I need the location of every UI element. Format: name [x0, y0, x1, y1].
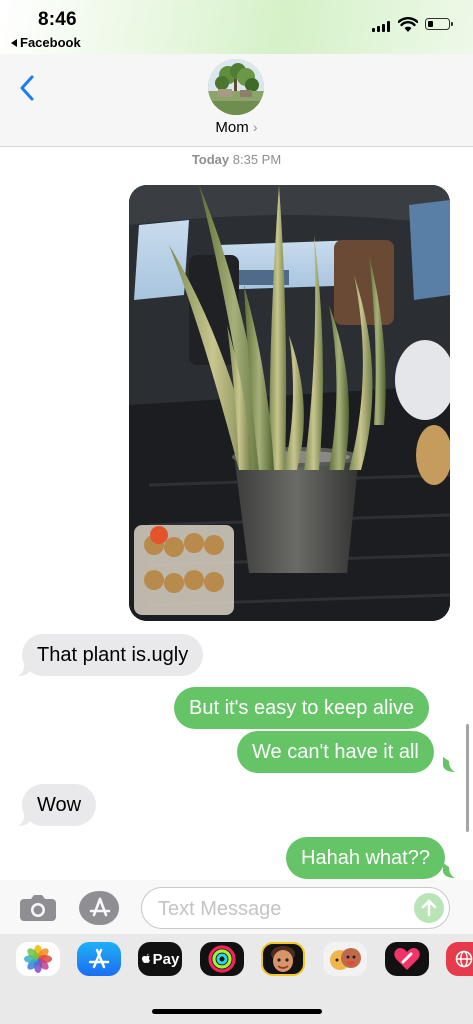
- bubble-tail: [443, 863, 455, 878]
- apple-pay-label: Pay: [152, 950, 180, 968]
- activity-icon[interactable]: [200, 942, 244, 976]
- cellular-signal-icon: [372, 20, 390, 32]
- photos-icon[interactable]: [16, 942, 60, 976]
- scroll-indicator[interactable]: [466, 724, 469, 832]
- memoji-icon[interactable]: [261, 942, 305, 976]
- app-store-glyph: [88, 948, 110, 969]
- photo-message[interactable]: [129, 185, 450, 621]
- send-button[interactable]: [414, 893, 444, 923]
- back-to-app-link[interactable]: Facebook: [11, 35, 81, 50]
- incoming-message-bubble[interactable]: Wow: [22, 784, 97, 826]
- heart-icon: [394, 948, 420, 970]
- back-chevron-icon[interactable]: [18, 75, 38, 101]
- status-time: 8:46: [38, 9, 77, 30]
- contact-avatar[interactable]: [208, 59, 264, 115]
- app-store-icon[interactable]: [77, 942, 121, 976]
- home-indicator[interactable]: [152, 1009, 322, 1014]
- activity-rings: [208, 945, 236, 973]
- globe-icon: [455, 950, 473, 968]
- app-store-drawer-icon[interactable]: [78, 890, 120, 926]
- plant-photo: [129, 185, 450, 621]
- back-app-label: Facebook: [20, 35, 81, 50]
- photos-flower: [24, 945, 52, 973]
- send-arrow-icon: [421, 899, 437, 917]
- outgoing-message-bubble[interactable]: But it's easy to keep alive: [174, 687, 430, 729]
- animoji-faces: [330, 948, 361, 970]
- outgoing-message-bubble[interactable]: We can't have it all: [237, 731, 434, 773]
- contact-name: Mom: [215, 119, 249, 136]
- camera-icon[interactable]: [19, 894, 57, 922]
- timestamp-time: 8:35 PM: [232, 152, 282, 167]
- web-icon[interactable]: [446, 942, 473, 976]
- message-text-field[interactable]: [141, 887, 450, 930]
- avatar-photo: [208, 59, 264, 115]
- message-input[interactable]: [156, 888, 410, 930]
- battery-icon: [425, 18, 453, 30]
- message-timestamp: Today 8:35 PM: [0, 152, 473, 167]
- digital-touch-icon[interactable]: [385, 942, 429, 976]
- bubble-tail: [443, 757, 455, 772]
- timestamp-day: Today: [191, 152, 230, 167]
- incoming-message-bubble[interactable]: That plant is.ugly: [22, 634, 204, 676]
- wifi-icon: [398, 17, 418, 32]
- apple-pay-icon[interactable]: Pay: [138, 942, 182, 976]
- back-triangle-icon: [11, 38, 17, 47]
- apple-logo-icon: [141, 953, 150, 963]
- memoji-face: [271, 946, 295, 972]
- contact-chevron-icon: ›: [252, 119, 258, 135]
- animoji-icon[interactable]: [323, 942, 367, 976]
- contact-name-button[interactable]: Mom ›: [0, 119, 473, 136]
- bubble-tail: [18, 811, 30, 826]
- bubble-tail: [18, 661, 30, 676]
- outgoing-message-bubble[interactable]: Hahah what??: [286, 837, 445, 879]
